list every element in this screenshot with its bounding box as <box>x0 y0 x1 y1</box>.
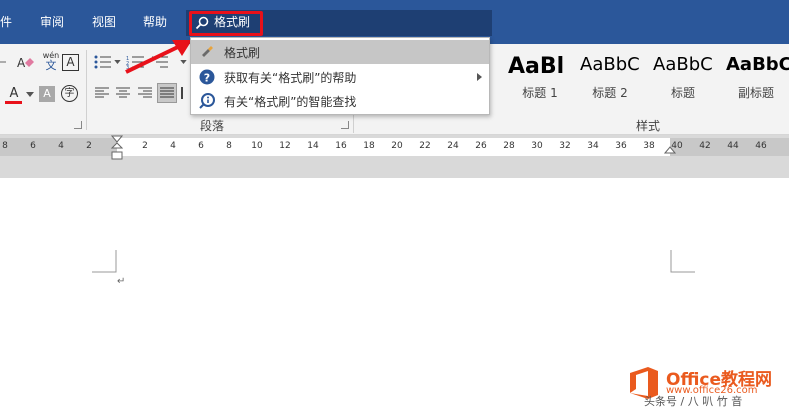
result-label: 格式刷 <box>224 46 261 60</box>
result-get-help[interactable]: ? 获取有关“格式刷”的帮助 <box>191 65 489 89</box>
svg-text:?: ? <box>204 72 210 85</box>
style-name-subtitle: 副标题 <box>737 86 774 100</box>
ruler-number: 46 <box>755 141 767 151</box>
indent-marker-icon[interactable] <box>111 135 123 161</box>
ruler-number: 4 <box>170 141 176 151</box>
ruler-number: 18 <box>363 141 375 151</box>
menu-review[interactable]: 审阅 <box>40 0 64 44</box>
format-painter-icon <box>202 46 213 57</box>
paragraph-group-label: 段落 <box>200 119 225 133</box>
justify-icon <box>160 87 174 98</box>
align-right-icon[interactable] <box>138 87 152 99</box>
justify-button[interactable] <box>157 83 177 103</box>
right-indent-marker-icon[interactable] <box>664 143 676 155</box>
ruler-number: 20 <box>391 141 403 151</box>
margin-corner-left <box>92 250 117 273</box>
style-name-title: 标题 <box>670 86 695 100</box>
character-shading-button[interactable]: A <box>39 86 55 102</box>
result-label: 有关“格式刷”的智能查找 <box>224 95 357 109</box>
ruler-number: 6 <box>30 141 36 151</box>
ruler-number: 32 <box>559 141 571 151</box>
ruler-number: 34 <box>587 141 599 151</box>
help-circle-icon: ? <box>199 69 215 85</box>
ruler-number: 24 <box>447 141 459 151</box>
align-center-icon[interactable] <box>116 87 130 99</box>
watermark-credit: 头条号 / 八 叭 竹 音 <box>644 395 743 408</box>
ribbon-separator <box>353 115 354 133</box>
ruler-number: 26 <box>475 141 487 151</box>
styles-group-label: 样式 <box>636 119 661 133</box>
font-dialog-launcher[interactable] <box>74 121 82 129</box>
ruler-number: 10 <box>251 141 263 151</box>
result-smart-lookup[interactable]: 有关“格式刷”的智能查找 <box>191 89 489 113</box>
ruler-number: 30 <box>531 141 543 151</box>
font-color-bar <box>5 101 22 104</box>
ruler-number: 8 <box>226 141 232 151</box>
ruler-number: 16 <box>335 141 347 151</box>
character-border-button[interactable]: A <box>62 54 79 71</box>
style-name-heading1: 标题 1 <box>522 86 558 100</box>
ruler-number: 36 <box>615 141 627 151</box>
menu-view[interactable]: 视图 <box>92 0 116 44</box>
svg-text:A: A <box>17 56 26 70</box>
menu-file[interactable]: 件 <box>0 0 12 44</box>
bullets-icon[interactable] <box>94 55 112 69</box>
style-name-heading2: 标题 2 <box>592 86 628 100</box>
ruler-number: 4 <box>58 141 64 151</box>
toolbar-edge-icon <box>0 61 6 63</box>
enclose-characters-button[interactable]: 字 <box>61 85 78 102</box>
chevron-right-icon <box>477 73 482 81</box>
ruler-number: 8 <box>2 141 8 151</box>
paragraph-mark: ↵ <box>117 276 126 287</box>
result-label: 获取有关“格式刷”的帮助 <box>224 71 357 85</box>
style-sample-subtitle[interactable]: AaBbC <box>726 54 789 84</box>
search-results-dropdown: 格式刷 ? 获取有关“格式刷”的帮助 有关“格式刷”的智能查找 <box>190 37 490 115</box>
align-left-icon[interactable] <box>95 87 109 99</box>
distributed-icon[interactable] <box>181 87 187 99</box>
paragraph-dialog-launcher[interactable] <box>341 121 349 129</box>
result-format-painter[interactable]: 格式刷 <box>191 40 489 64</box>
margin-corner-right <box>670 250 695 273</box>
smart-lookup-icon <box>199 93 215 109</box>
phonetic-char: 文 <box>45 59 57 72</box>
ruler-number: 6 <box>198 141 204 151</box>
ruler-number: 2 <box>86 141 92 151</box>
ruler-number: 44 <box>727 141 739 151</box>
chevron-down-icon[interactable] <box>26 92 34 97</box>
style-sample-heading2[interactable]: AaBbC <box>580 54 652 84</box>
style-sample-title[interactable]: AaBbC <box>653 54 725 84</box>
ruler-number: 2 <box>142 141 148 151</box>
ruler-number: 22 <box>419 141 431 151</box>
ruler-number: 42 <box>699 141 711 151</box>
style-sample-heading1[interactable]: AaBl <box>508 54 580 84</box>
clear-formatting-icon[interactable]: A <box>16 54 36 72</box>
red-arrow-annotation <box>125 40 192 74</box>
horizontal-ruler: 8 6 4 2 2 4 6 8 10 12 14 16 18 20 22 24 26 28 30 32 34 36 38 40… <box>0 135 789 178</box>
ruler-number: 28 <box>503 141 515 151</box>
ruler-number: 38 <box>643 141 655 151</box>
search-highlight-box <box>189 11 263 36</box>
phonetic-guide-button[interactable]: wén 文 <box>40 51 62 73</box>
ribbon-separator <box>86 50 87 130</box>
ruler-number: 12 <box>279 141 291 151</box>
ruler-number: 14 <box>307 141 319 151</box>
